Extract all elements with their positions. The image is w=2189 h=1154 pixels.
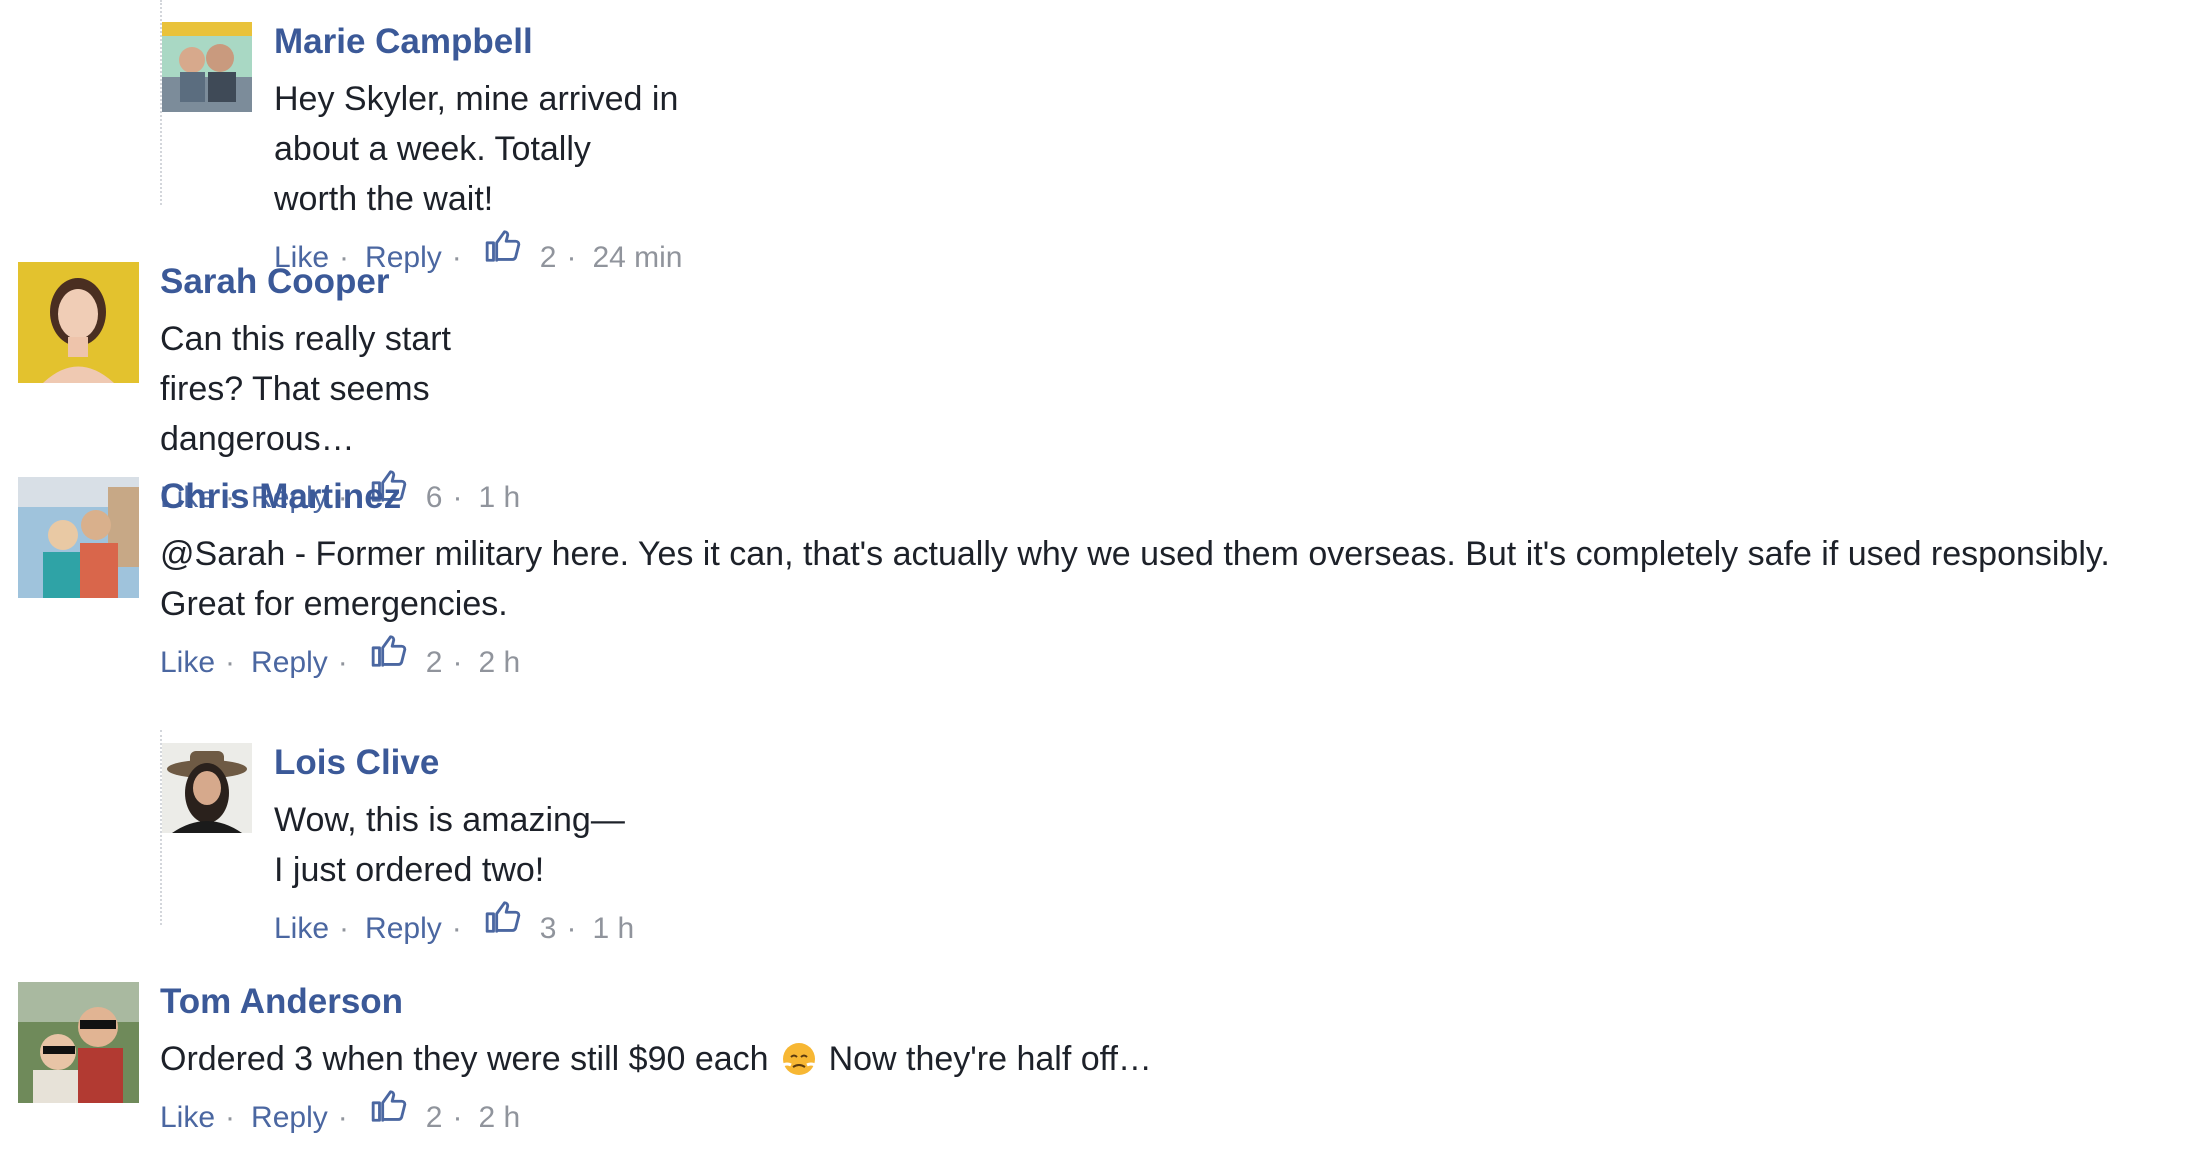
avatar[interactable] [18,262,139,383]
separator-dot: · [451,912,462,945]
avatar[interactable] [162,743,252,833]
comment-actions: Like · Reply · 3 · 1 h [274,901,634,949]
reply-link[interactable]: Reply [251,643,328,683]
separator-dot: · [452,646,463,679]
comment-body: Marie Campbell Hey Skyler, mine arrived … [274,22,682,278]
commenter-name[interactable]: Lois Clive [274,743,634,783]
reply-link[interactable]: Reply [251,1098,328,1138]
comment-text: Ordered 3 when they were still $90 each N… [160,1034,1152,1084]
thumbs-up-icon[interactable] [370,1087,408,1125]
separator-dot: · [225,646,236,679]
steaming-face-emoji [779,1037,819,1077]
avatar[interactable] [162,22,252,112]
thumbs-up-icon[interactable] [484,227,522,265]
comment-body: Tom Anderson Ordered 3 when they were st… [160,982,1152,1138]
comment-actions: Like · Reply · 2 · 2 h [160,635,2110,683]
like-link[interactable]: Like [274,909,329,949]
commenter-name[interactable]: Sarah Cooper [160,262,520,302]
timestamp[interactable]: 1 h [592,909,634,949]
separator-dot: · [337,1101,348,1134]
like-count: 2 [425,646,443,679]
comment-body: Lois Clive Wow, this is amazing—I just o… [274,743,634,949]
commenter-name[interactable]: Tom Anderson [160,982,1152,1022]
separator-dot: · [225,1101,236,1134]
comment-actions: Like · Reply · 2 · 2 h [160,1090,1152,1138]
like-count: 2 [425,1101,443,1134]
thumbs-up-icon[interactable] [484,898,522,936]
comment-text: Wow, this is amazing—I just ordered two! [274,801,625,889]
comment-text-line: @Sarah - Former military here. Yes it ca… [160,535,2110,573]
avatar[interactable] [18,477,139,598]
comment-thread: Marie Campbell Hey Skyler, mine arrived … [0,0,2189,1154]
comment-text-part: Ordered 3 when they were still $90 each [160,1040,769,1078]
timestamp[interactable]: 2 h [478,1098,520,1138]
comment-text-line: Great for emergencies. [160,585,508,623]
comment-text: Hey Skyler, mine arrived in about a week… [274,80,679,218]
separator-dot: · [339,912,350,945]
commenter-name[interactable]: Chris Martinez [160,477,2110,517]
comment-text: Can this really start fires? That seems … [160,320,451,458]
timestamp[interactable]: 24 min [592,238,682,278]
separator-dot: · [337,646,348,679]
separator-dot: · [566,241,577,274]
comment-body: Chris Martinez @Sarah - Former military … [160,477,2110,683]
avatar[interactable] [18,982,139,1103]
reply-link[interactable]: Reply [365,909,442,949]
timestamp[interactable]: 2 h [478,643,520,683]
like-count: 3 [539,912,557,945]
commenter-name[interactable]: Marie Campbell [274,22,682,62]
separator-dot: · [566,912,577,945]
thumbs-up-icon[interactable] [370,632,408,670]
separator-dot: · [452,1101,463,1134]
comment-text: @Sarah - Former military here. Yes it ca… [160,529,2110,629]
like-link[interactable]: Like [160,643,215,683]
like-count: 2 [539,241,557,274]
like-link[interactable]: Like [160,1098,215,1138]
comment-text-part: Now they're half off… [828,1040,1152,1078]
